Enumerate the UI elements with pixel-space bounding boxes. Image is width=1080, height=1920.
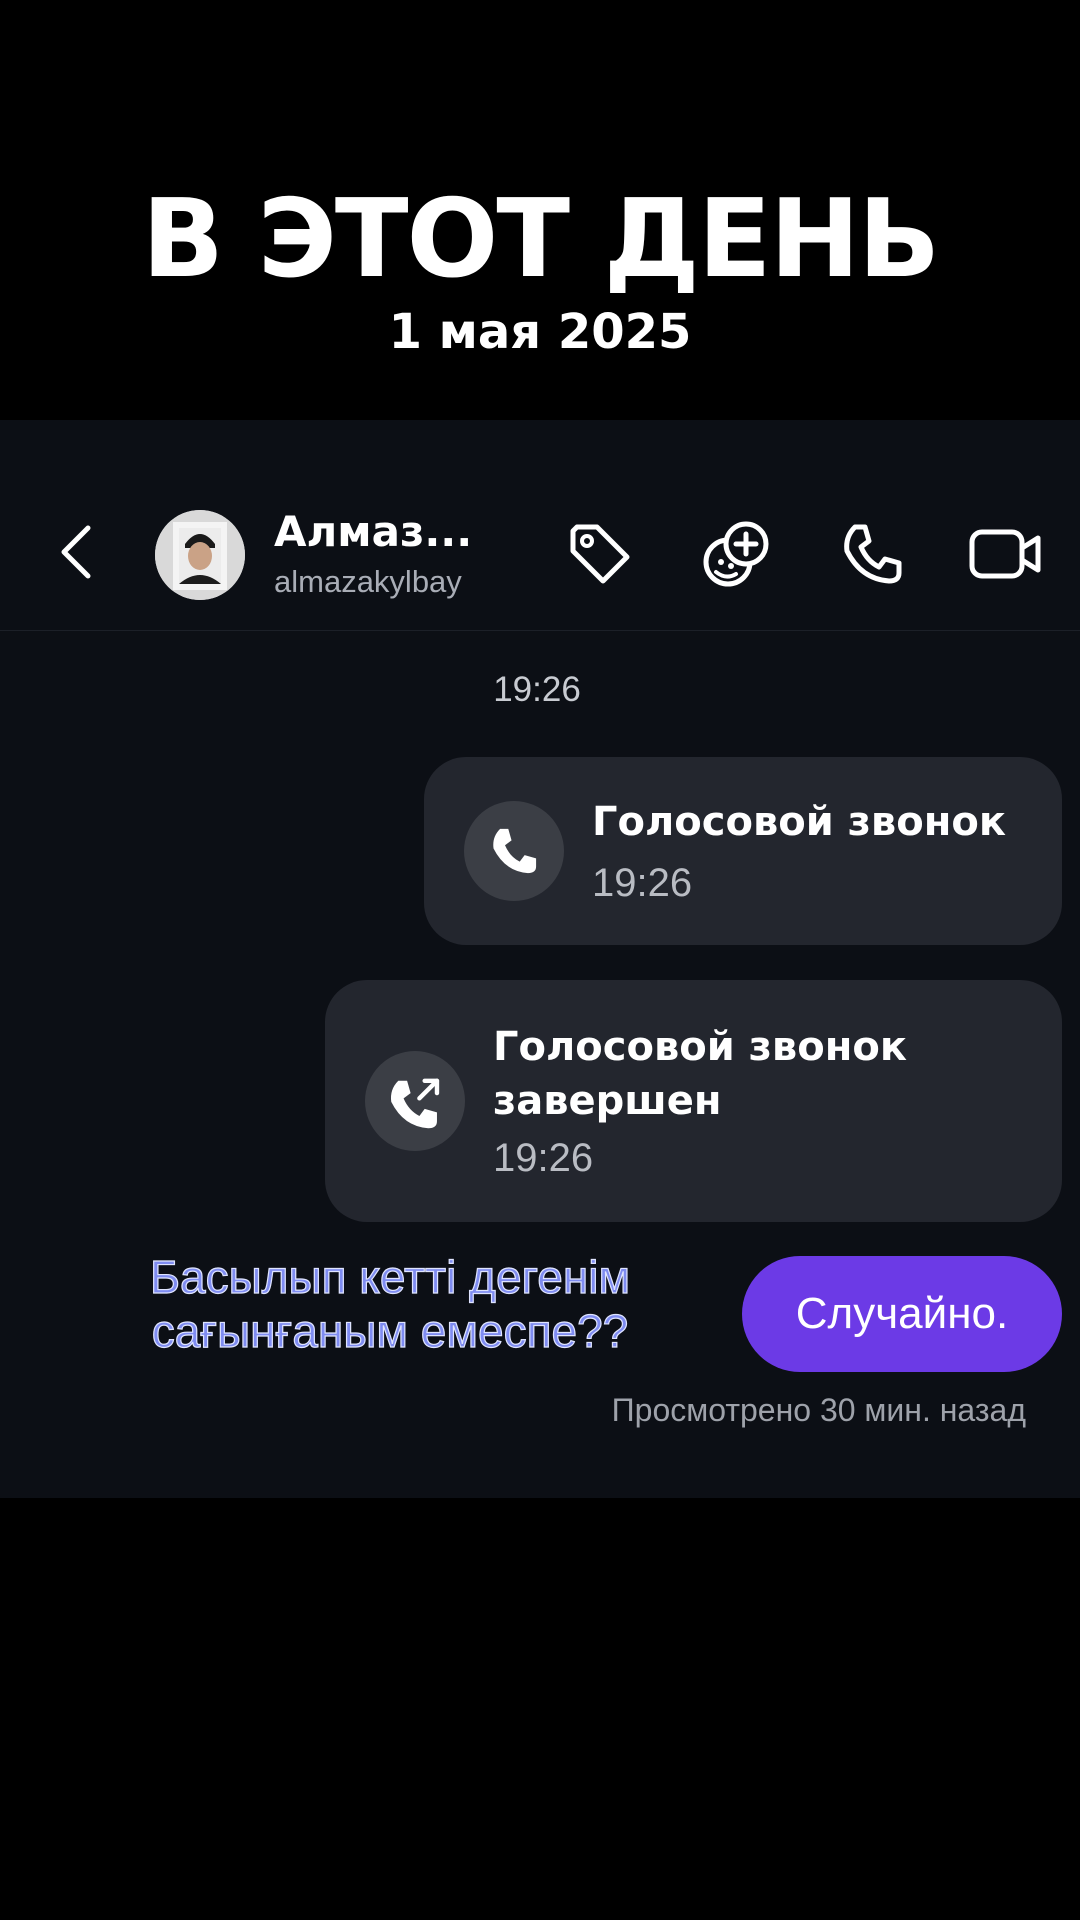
text-message-bubble[interactable]: Случайно. bbox=[742, 1256, 1062, 1372]
headline: В ЭТОТ ДЕНЬ bbox=[141, 177, 941, 302]
tag-icon bbox=[570, 524, 630, 584]
add-effect-icon bbox=[703, 521, 769, 587]
date-subtitle: 1 мая 2025 bbox=[388, 304, 692, 360]
seen-status: Просмотрено 30 мин. назад bbox=[611, 1392, 1026, 1428]
call-icon-circle bbox=[365, 1051, 465, 1151]
call-icon-circle bbox=[464, 801, 564, 901]
call-time: 19:26 bbox=[493, 1136, 594, 1180]
phone-icon bbox=[844, 524, 902, 584]
chevron-left-icon bbox=[61, 525, 91, 579]
avatar-image bbox=[155, 510, 245, 600]
tag-button[interactable] bbox=[562, 516, 638, 592]
chat-timestamp: 19:26 bbox=[493, 670, 581, 709]
call-title: Голосовой звонок завершен bbox=[493, 1024, 907, 1124]
add-effect-button[interactable] bbox=[698, 516, 774, 592]
voice-call-button[interactable] bbox=[834, 516, 910, 592]
contact-username[interactable]: almazakylbay bbox=[274, 564, 462, 600]
phone-icon bbox=[493, 828, 537, 874]
call-title: Голосовой звонок bbox=[592, 799, 1006, 845]
overlay-caption: Басылып кетті дегенім сағынғаным емеспе?… bbox=[149, 1250, 631, 1357]
video-call-button[interactable] bbox=[968, 516, 1044, 592]
video-camera-icon bbox=[969, 529, 1041, 579]
outgoing-call-icon bbox=[390, 1078, 440, 1129]
chat-screen: Алмаз... almazakylbay 19:26 Голосовой зв… bbox=[0, 420, 1080, 1498]
call-message-bubble[interactable]: Голосовой звонок 19:26 bbox=[424, 757, 1062, 945]
avatar[interactable] bbox=[155, 510, 245, 600]
call-ended-message-bubble[interactable]: Голосовой звонок завершен 19:26 bbox=[325, 980, 1062, 1222]
contact-name[interactable]: Алмаз... bbox=[274, 506, 472, 558]
message-text: Случайно. bbox=[795, 1289, 1009, 1338]
chat-header: Алмаз... almazakylbay bbox=[0, 420, 1080, 631]
call-time: 19:26 bbox=[592, 861, 693, 905]
back-button[interactable] bbox=[44, 520, 108, 584]
